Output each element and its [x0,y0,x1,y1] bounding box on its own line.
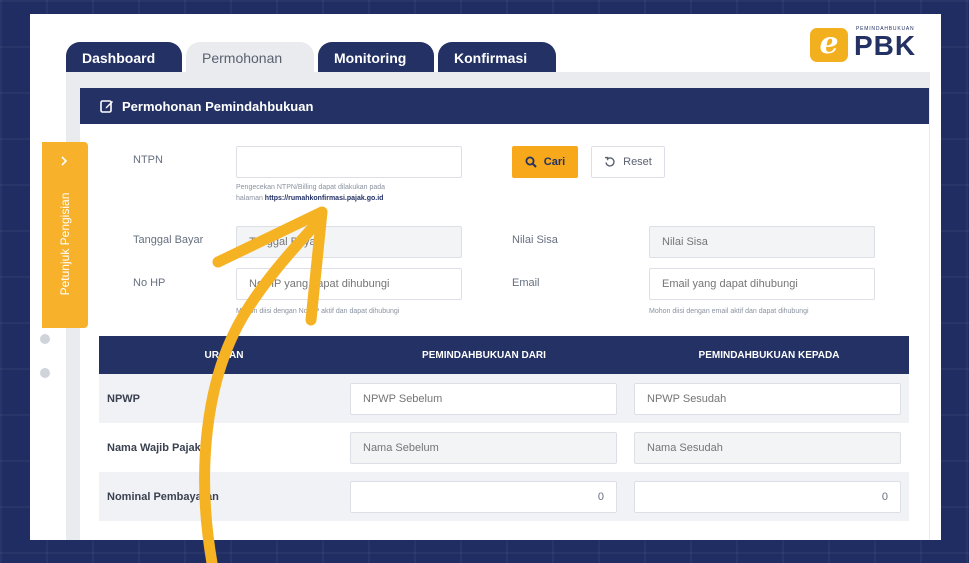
nilai-sisa-input[interactable] [649,226,875,258]
tanggal-bayar-input[interactable] [236,226,462,258]
reset-icon [605,156,615,167]
nama-sebelum-input[interactable] [350,432,617,464]
npwp-sesudah-input[interactable] [634,383,901,415]
tab-bar: Dashboard Permohonan Monitoring Konfirma… [66,42,556,74]
ntpn-input[interactable] [236,146,462,178]
chevron-right-icon [61,156,68,166]
logo-e-mark: e [810,28,848,62]
header-pemindahbukuan-dari: PEMINDAHBUKUAN DARI [422,349,546,361]
table-row: Nama Wajib Pajak [99,423,909,472]
table-row: NPWP [99,374,909,423]
pbk-logo: e PEMINDAHBUKUAN PBK [810,24,930,64]
ntpn-label: NTPN [133,154,163,166]
nav-dot[interactable] [40,334,50,344]
tab-monitoring[interactable]: Monitoring [318,42,434,74]
cari-button[interactable]: Cari [512,146,578,178]
header-uraian: URAIAN [204,349,244,361]
edit-icon [100,100,113,113]
tab-dashboard[interactable]: Dashboard [66,42,182,74]
npwp-sebelum-input[interactable] [350,383,617,415]
table-header: URAIAN PEMINDAHBUKUAN DARI PEMINDAHBUKUA… [99,336,909,374]
panel-title: Permohonan Pemindahbukuan [122,98,314,114]
no-hp-input[interactable] [236,268,462,300]
row-label-nominal-pembayaran: Nominal Pembayaran [107,490,219,503]
nominal-kepada-input[interactable]: 0 [634,481,901,513]
table-row: Nominal Pembayaran 0 0 [99,472,909,521]
no-hp-hint: Mohon diisi dengan No HP aktif dan dapat… [236,308,400,315]
email-input[interactable] [649,268,875,300]
rumah-konfirmasi-link[interactable]: https://rumahkonfirmasi.pajak.go.id [265,195,384,202]
reset-button[interactable]: Reset [591,146,665,178]
tab-permohonan[interactable]: Permohonan [186,42,314,74]
tab-konfirmasi[interactable]: Konfirmasi [438,42,556,74]
ntpn-hint: Pengecekan NTPN/Billing dapat dilakukan … [236,184,386,202]
no-hp-label: No HP [133,277,166,289]
tanggal-bayar-label: Tanggal Bayar [133,234,204,246]
search-icon [525,156,537,168]
nav-dot[interactable] [40,368,50,378]
logo-text: PBK [854,30,917,61]
app-window: Dashboard Permohonan Monitoring Konfirma… [30,14,941,540]
side-dots [40,334,52,402]
petunjuk-pengisian-tab[interactable]: Petunjuk Pengisian [42,142,88,328]
nama-sesudah-input[interactable] [634,432,901,464]
nominal-dari-input[interactable]: 0 [350,481,617,513]
row-label-nama-wajib-pajak: Nama Wajib Pajak [107,441,201,454]
nilai-sisa-label: Nilai Sisa [512,234,558,246]
email-label: Email [512,277,540,289]
panel-header: Permohonan Pemindahbukuan [80,88,929,124]
row-label-npwp: NPWP [107,392,140,405]
header-pemindahbukuan-kepada: PEMINDAHBUKUAN KEPADA [698,349,840,361]
petunjuk-pengisian-label: Petunjuk Pengisian [58,192,72,296]
table-row [99,521,909,540]
email-hint: Mohon diisi dengan email aktif dan dapat… [649,308,809,315]
